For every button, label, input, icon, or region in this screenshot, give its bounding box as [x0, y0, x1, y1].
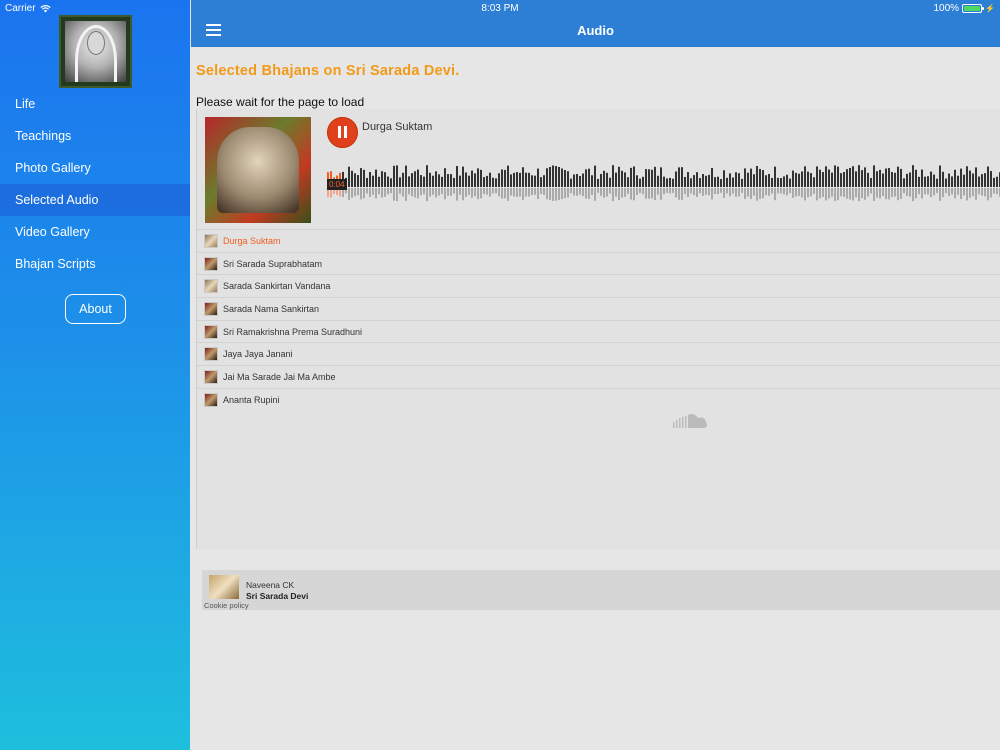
track-row[interactable]: Ananta Rupini — [197, 387, 1000, 411]
track-title: Jai Ma Sarade Jai Ma Ambe — [223, 371, 336, 382]
track-thumbnail — [204, 233, 218, 248]
soundcloud-player: Durga Suktam 0:04 Durga Suktam Sri Sarada… — [196, 109, 1000, 610]
sidebar: Life Teachings Photo Gallery Selected Audio… — [0, 0, 190, 750]
track-row[interactable]: Jai Ma Sarade Jai Ma Ambe — [197, 365, 1000, 388]
track-thumbnail — [204, 301, 218, 316]
status-right: 100% ⚡ — [933, 3, 995, 14]
page-heading: Selected Bhajans on Sri Sarada Devi. — [196, 63, 460, 79]
profile-portrait — [59, 15, 132, 88]
elapsed-time: 0:04 — [327, 179, 347, 190]
track-title: Sri Ramakrishna Prema Suradhuni — [223, 326, 363, 337]
waveform[interactable] — [327, 153, 1000, 205]
sidebar-item-bhajan-scripts[interactable]: Bhajan Scripts — [0, 248, 190, 280]
loading-message: Please wait for the page to load — [196, 95, 365, 109]
track-artwork — [205, 117, 311, 223]
about-button[interactable]: About — [65, 294, 126, 324]
battery-icon — [962, 4, 985, 13]
track-title: Sarada Nama Sankirtan — [223, 303, 320, 314]
track-list: Durga Suktam Sri Sarada Suprabhatam Sarada… — [197, 229, 1000, 411]
track-row[interactable]: Sri Ramakrishna Prema Suradhuni — [197, 319, 1000, 343]
sidebar-item-teachings[interactable]: Teachings — [0, 120, 190, 152]
user-avatar[interactable] — [209, 575, 239, 599]
sidebar-item-life[interactable]: Life — [0, 88, 190, 120]
track-title: Sarada Sankirtan Vandana — [223, 281, 331, 292]
battery-percent: 100% — [933, 3, 960, 14]
track-row[interactable]: Sarada Nama Sankirtan — [197, 297, 1000, 320]
track-thumbnail — [204, 369, 218, 384]
track-row[interactable]: Jaya Jaya Janani — [197, 342, 1000, 365]
sidebar-nav: Life Teachings Photo Gallery Selected Audio… — [0, 88, 190, 280]
track-thumbnail — [204, 256, 218, 271]
charging-icon: ⚡ — [985, 4, 995, 13]
cookie-policy-link[interactable]: Cookie policy — [204, 601, 249, 610]
soundcloud-logo-icon — [673, 414, 707, 428]
playlist-title[interactable]: Sri Sarada Devi — [246, 591, 308, 601]
status-bar: Carrier 8:03 PM 100% ⚡ — [0, 0, 1000, 16]
track-thumbnail — [204, 279, 218, 294]
pause-button[interactable] — [327, 117, 358, 148]
sidebar-item-photo-gallery[interactable]: Photo Gallery — [0, 152, 190, 184]
track-title: Sri Sarada Suprabhatam — [223, 258, 323, 269]
track-title: Durga Suktam — [223, 235, 281, 246]
track-thumbnail — [204, 324, 218, 339]
track-row[interactable]: Sri Sarada Suprabhatam — [197, 251, 1000, 275]
sidebar-item-video-gallery[interactable]: Video Gallery — [0, 216, 190, 248]
track-thumbnail — [204, 392, 218, 407]
track-title: Jaya Jaya Janani — [223, 349, 293, 360]
track-row[interactable]: Sarada Sankirtan Vandana — [197, 274, 1000, 297]
track-title: Ananta Rupini — [223, 394, 280, 405]
uploader-name[interactable]: Naveena CK — [246, 580, 294, 590]
main-content: Selected Bhajans on Sri Sarada Devi. Ple… — [191, 47, 1000, 750]
track-thumbnail — [204, 347, 218, 362]
sidebar-item-selected-audio[interactable]: Selected Audio — [0, 184, 190, 216]
page-title: Audio — [577, 23, 614, 38]
track-row[interactable]: Durga Suktam — [197, 229, 1000, 252]
player-footer: Naveena CK Sri Sarada Devi Cookie policy — [202, 570, 1000, 610]
current-track-title: Durga Suktam — [362, 121, 433, 133]
status-time: 8:03 PM — [481, 3, 519, 14]
